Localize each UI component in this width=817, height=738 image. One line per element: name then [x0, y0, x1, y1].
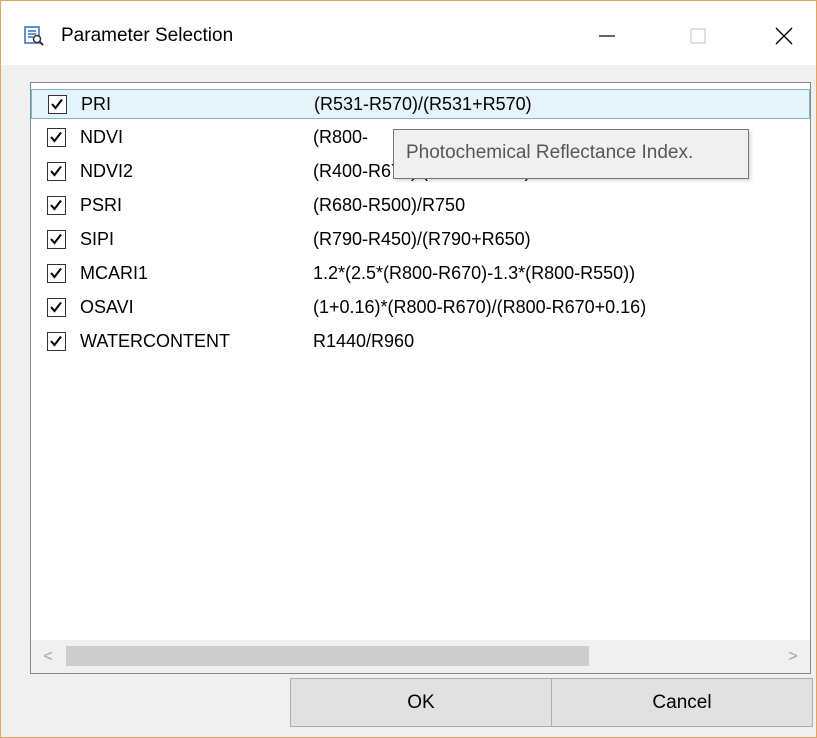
chevron-right-icon: >: [788, 647, 798, 665]
parameter-formula: (R800-: [313, 127, 369, 147]
tooltip: Photochemical Reflectance Index.: [393, 129, 749, 179]
parameter-name: NDVI: [80, 127, 124, 147]
parameter-name: SIPI: [80, 229, 115, 249]
list-item[interactable]: SIPI (R790-R450)/(R790+R650): [31, 225, 810, 255]
parameter-formula: (1+0.16)*(R800-R670)/(R800-R670+0.16): [313, 297, 647, 317]
checkbox[interactable]: [47, 332, 66, 351]
checkbox[interactable]: [48, 95, 67, 114]
parameter-name: MCARI1: [80, 263, 149, 283]
checkbox[interactable]: [47, 230, 66, 249]
scrollbar-thumb[interactable]: [66, 646, 589, 666]
minimize-button[interactable]: [584, 17, 630, 55]
maximize-button: [675, 17, 721, 55]
list-item[interactable]: MCARI1 1.2*(2.5*(R800-R670)-1.3*(R800-R5…: [31, 259, 810, 289]
dialog-window: Parameter Selection PRI (R531-R570)/(R53…: [0, 0, 817, 738]
cancel-button[interactable]: Cancel: [551, 678, 813, 727]
parameter-formula: (R790-R450)/(R790+R650): [313, 229, 531, 249]
checkmark-icon: [51, 98, 63, 110]
horizontal-scrollbar[interactable]: < >: [31, 640, 810, 673]
checkmark-icon: [50, 301, 62, 313]
app-icon: [24, 26, 44, 46]
parameter-name: NDVI2: [80, 161, 134, 181]
checkbox[interactable]: [47, 196, 66, 215]
checkbox[interactable]: [47, 162, 66, 181]
checkmark-icon: [50, 233, 62, 245]
chevron-left-icon: <: [43, 647, 53, 665]
list-item[interactable]: WATERCONTENT R1440/R960: [31, 327, 810, 357]
parameter-formula: 1.2*(2.5*(R800-R670)-1.3*(R800-R550)): [313, 263, 636, 283]
checkbox[interactable]: [47, 264, 66, 283]
window-title: Parameter Selection: [61, 25, 234, 46]
ok-button[interactable]: OK: [290, 678, 552, 727]
close-icon: [775, 27, 793, 45]
list-item[interactable]: OSAVI (1+0.16)*(R800-R670)/(R800-R670+0.…: [31, 293, 810, 323]
scroll-right-button[interactable]: >: [776, 640, 810, 673]
checkmark-icon: [50, 199, 62, 211]
checkbox[interactable]: [47, 298, 66, 317]
parameter-name: PRI: [81, 94, 112, 114]
parameter-name: PSRI: [80, 195, 123, 215]
list-item[interactable]: PRI (R531-R570)/(R531+R570): [31, 89, 810, 119]
checkbox[interactable]: [47, 128, 66, 147]
checkmark-icon: [50, 165, 62, 177]
checkmark-icon: [50, 131, 62, 143]
list-item[interactable]: PSRI (R680-R500)/R750: [31, 191, 810, 221]
parameter-formula: (R680-R500)/R750: [313, 195, 466, 215]
scroll-left-button[interactable]: <: [31, 640, 65, 673]
title-bar[interactable]: Parameter Selection: [1, 1, 816, 65]
close-button[interactable]: [761, 17, 807, 55]
parameter-name: OSAVI: [80, 297, 134, 317]
parameter-name: WATERCONTENT: [80, 331, 230, 351]
checkmark-icon: [50, 267, 62, 279]
maximize-icon: [690, 28, 706, 44]
minimize-icon: [599, 35, 615, 37]
checkmark-icon: [50, 335, 62, 347]
parameter-formula: R1440/R960: [313, 331, 415, 351]
parameter-formula: (R531-R570)/(R531+R570): [314, 94, 532, 114]
